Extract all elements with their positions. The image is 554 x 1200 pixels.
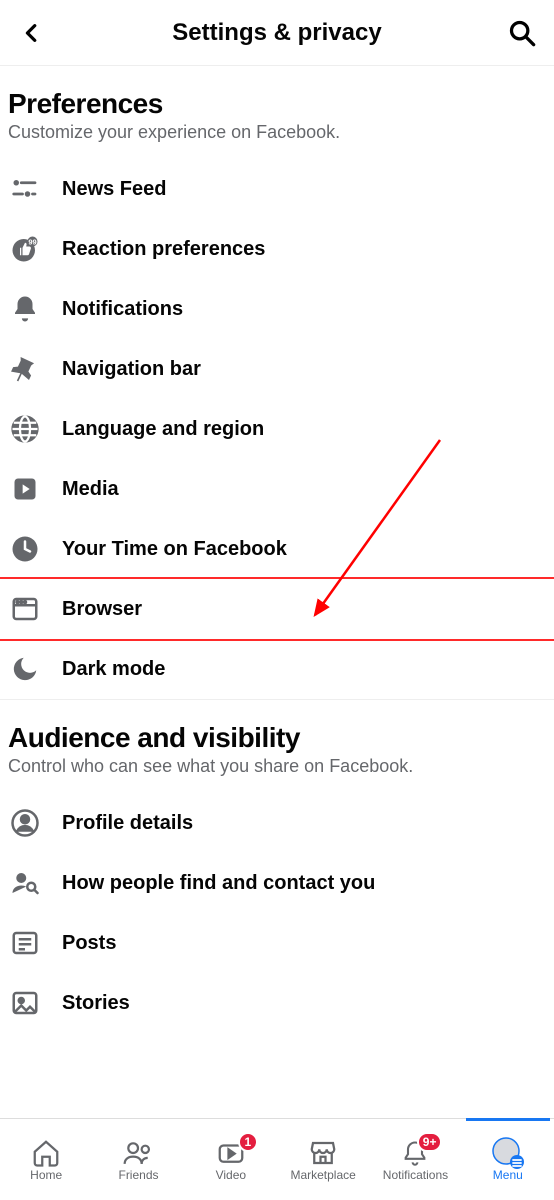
tab-label: Marketplace xyxy=(290,1168,355,1182)
menu-avatar-icon xyxy=(491,1138,525,1168)
section-subtitle-preferences: Customize your experience on Facebook. xyxy=(8,122,546,143)
profile-circle-icon xyxy=(8,806,42,840)
tab-label: Notifications xyxy=(383,1168,448,1182)
bell-icon xyxy=(8,292,42,326)
tab-label: Menu xyxy=(493,1168,523,1182)
section-title-preferences: Preferences xyxy=(8,88,546,120)
search-button[interactable] xyxy=(500,11,544,55)
marketplace-icon xyxy=(306,1138,340,1168)
row-label: Media xyxy=(62,478,119,501)
row-label: Posts xyxy=(62,932,116,955)
row-stories[interactable]: Stories xyxy=(0,973,554,1033)
section-preferences-header: Preferences Customize your experience on… xyxy=(0,66,554,149)
row-label: Stories xyxy=(62,992,130,1015)
section-audience-header: Audience and visibility Control who can … xyxy=(0,700,554,783)
tab-video[interactable]: 1 Video xyxy=(185,1119,277,1200)
tab-marketplace[interactable]: Marketplace xyxy=(277,1119,369,1200)
audience-list: Profile details How people find and cont… xyxy=(0,793,554,1033)
row-posts[interactable]: Posts xyxy=(0,913,554,973)
bell-icon: 9+ xyxy=(398,1138,432,1168)
sliders-icon xyxy=(8,172,42,206)
header: Settings & privacy xyxy=(0,0,554,66)
row-label: How people find and contact you xyxy=(62,872,375,895)
posts-icon xyxy=(8,926,42,960)
row-reaction-preferences[interactable]: 99 Reaction preferences xyxy=(0,219,554,279)
tab-label: Home xyxy=(30,1168,62,1182)
row-notifications[interactable]: Notifications xyxy=(0,279,554,339)
moon-icon xyxy=(8,652,42,686)
play-square-icon xyxy=(8,472,42,506)
clock-icon xyxy=(8,532,42,566)
row-news-feed[interactable]: News Feed xyxy=(0,159,554,219)
tab-bar: Home Friends 1 Video Marketplace 9+ Noti… xyxy=(0,1118,554,1200)
row-label: Dark mode xyxy=(62,658,165,681)
row-label: Your Time on Facebook xyxy=(62,538,287,561)
image-icon xyxy=(8,986,42,1020)
page-title: Settings & privacy xyxy=(172,19,381,47)
badge-video: 1 xyxy=(238,1132,258,1152)
row-label: Language and region xyxy=(62,418,264,441)
badge-notifications: 9+ xyxy=(417,1132,443,1152)
home-icon xyxy=(29,1138,63,1168)
row-your-time[interactable]: Your Time on Facebook xyxy=(0,519,554,579)
row-navigation-bar[interactable]: Navigation bar xyxy=(0,339,554,399)
like-icon: 99 xyxy=(8,232,42,266)
tab-notifications[interactable]: 9+ Notifications xyxy=(369,1119,461,1200)
globe-icon xyxy=(8,412,42,446)
svg-text:99: 99 xyxy=(28,238,36,247)
row-label: News Feed xyxy=(62,178,166,201)
row-profile-details[interactable]: Profile details xyxy=(0,793,554,853)
search-icon xyxy=(508,19,536,47)
tab-friends[interactable]: Friends xyxy=(92,1119,184,1200)
row-label: Navigation bar xyxy=(62,358,201,381)
row-label: Browser xyxy=(62,598,142,621)
tab-home[interactable]: Home xyxy=(0,1119,92,1200)
row-media[interactable]: Media xyxy=(0,459,554,519)
row-label: Profile details xyxy=(62,812,193,835)
row-find-contact[interactable]: How people find and contact you xyxy=(0,853,554,913)
row-dark-mode[interactable]: Dark mode xyxy=(0,639,554,699)
person-search-icon xyxy=(8,866,42,900)
section-subtitle-audience: Control who can see what you share on Fa… xyxy=(8,756,546,777)
row-browser[interactable]: Browser xyxy=(0,577,554,641)
row-language-region[interactable]: Language and region xyxy=(0,399,554,459)
row-label: Notifications xyxy=(62,298,183,321)
video-icon: 1 xyxy=(214,1138,248,1168)
tab-label: Friends xyxy=(118,1168,158,1182)
row-label: Reaction preferences xyxy=(62,238,265,261)
preferences-list: News Feed 99 Reaction preferences Notifi… xyxy=(0,159,554,700)
content: Preferences Customize your experience on… xyxy=(0,66,554,1033)
tab-menu[interactable]: Menu xyxy=(462,1119,554,1200)
back-button[interactable] xyxy=(10,11,54,55)
pin-icon xyxy=(8,352,42,386)
section-title-audience: Audience and visibility xyxy=(8,722,546,754)
chevron-left-icon xyxy=(21,22,43,44)
tab-label: Video xyxy=(216,1168,246,1182)
browser-window-icon xyxy=(8,592,42,626)
friends-icon xyxy=(121,1138,155,1168)
